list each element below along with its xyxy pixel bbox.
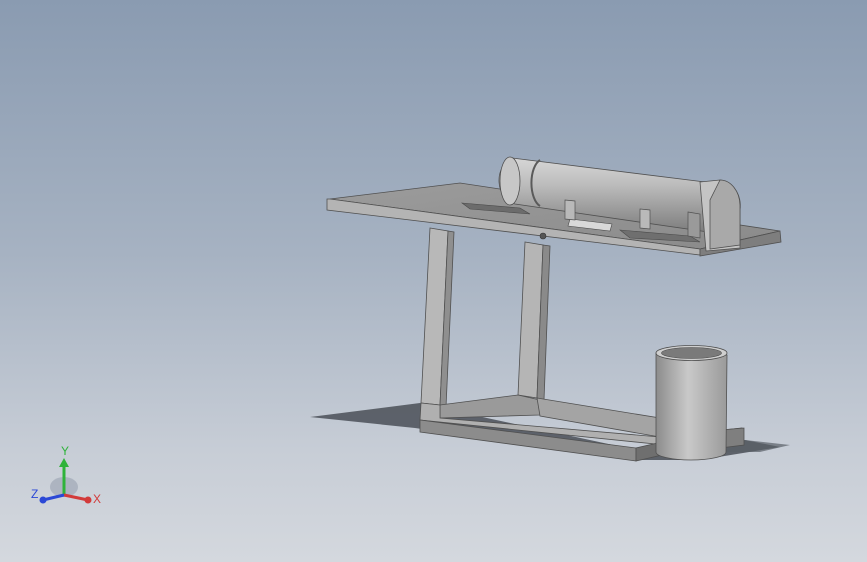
cad-model-view[interactable] <box>0 0 867 562</box>
z-axis-tip <box>39 496 47 504</box>
3d-viewport[interactable]: Y X Z <box>0 0 867 562</box>
cup-holder[interactable] <box>655 345 728 461</box>
x-axis-tip <box>84 496 92 504</box>
z-axis-label: Z <box>31 487 38 501</box>
x-axis-label: X <box>93 492 101 506</box>
x-axis-line <box>63 493 89 502</box>
y-axis-arrow <box>59 458 69 467</box>
y-axis-label: Y <box>61 444 69 458</box>
orientation-triad: Y X Z <box>31 444 101 506</box>
